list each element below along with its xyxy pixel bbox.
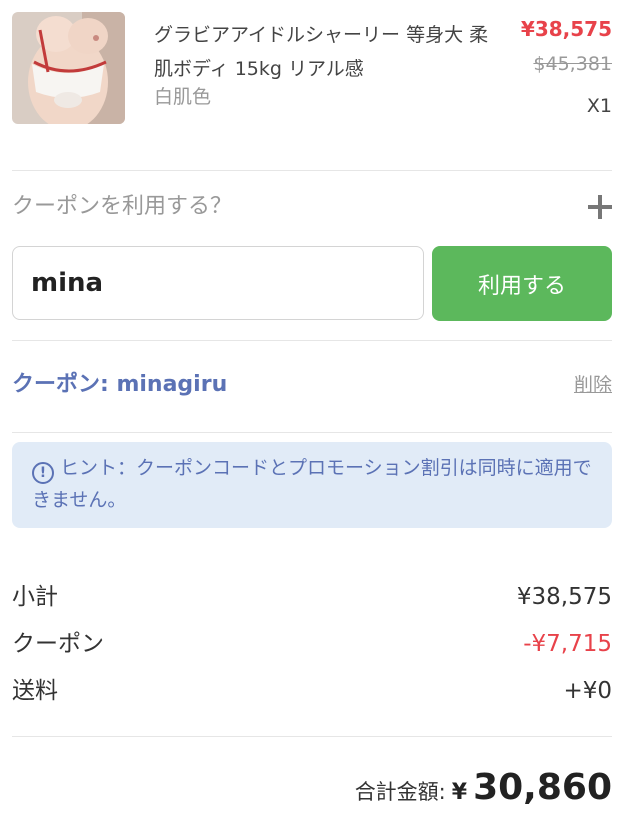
divider bbox=[12, 736, 612, 737]
info-icon: ! bbox=[32, 462, 54, 484]
hint-text: ヒント：クーポンコードとプロモーション割引は同時に適用できません。 bbox=[32, 457, 592, 511]
product-thumbnail[interactable] bbox=[12, 12, 125, 124]
divider bbox=[12, 170, 612, 171]
total-amount: 30,860 bbox=[473, 767, 612, 808]
coupon-toggle-label[interactable]: クーポンを利用する？ bbox=[12, 190, 232, 224]
total-currency: ¥ bbox=[451, 780, 468, 805]
subtotal-value: ¥38,575 bbox=[516, 584, 612, 610]
shipping-value: +¥0 bbox=[563, 678, 612, 704]
coupon-code-input[interactable] bbox=[12, 246, 424, 320]
coupon-discount-value: -¥7,715 bbox=[523, 631, 612, 657]
coupon-discount-label: クーポン bbox=[12, 631, 104, 657]
product-original-price: $45,381 bbox=[533, 53, 612, 75]
plus-icon[interactable] bbox=[588, 195, 612, 219]
total-label: 合計金額: bbox=[354, 780, 446, 804]
shipping-label: 送料 bbox=[12, 678, 58, 704]
product-image bbox=[12, 12, 125, 124]
remove-coupon-link[interactable]: 削除 bbox=[574, 368, 612, 402]
order-total: 合計金額: ¥30,860 bbox=[355, 762, 612, 820]
apply-coupon-button[interactable]: 利用する bbox=[432, 246, 612, 321]
applied-coupon: クーポン: minagiru bbox=[12, 372, 228, 397]
product-price: ¥38,575 bbox=[520, 17, 612, 41]
product-variant: 白肌色 bbox=[154, 86, 212, 108]
cart-item: グラビアアイドルシャーリー 等身大 柔肌ボディ 15kg リアル感 白肌色 ¥3… bbox=[12, 12, 612, 124]
subtotal-label: 小計 bbox=[12, 584, 58, 610]
divider bbox=[12, 432, 612, 433]
coupon-hint-box: ! ヒント：クーポンコードとプロモーション割引は同時に適用できません。 bbox=[12, 442, 612, 528]
product-title[interactable]: グラビアアイドルシャーリー 等身大 柔肌ボディ 15kg リアル感 bbox=[154, 18, 494, 86]
divider bbox=[12, 340, 612, 341]
product-quantity: X1 bbox=[586, 95, 612, 117]
